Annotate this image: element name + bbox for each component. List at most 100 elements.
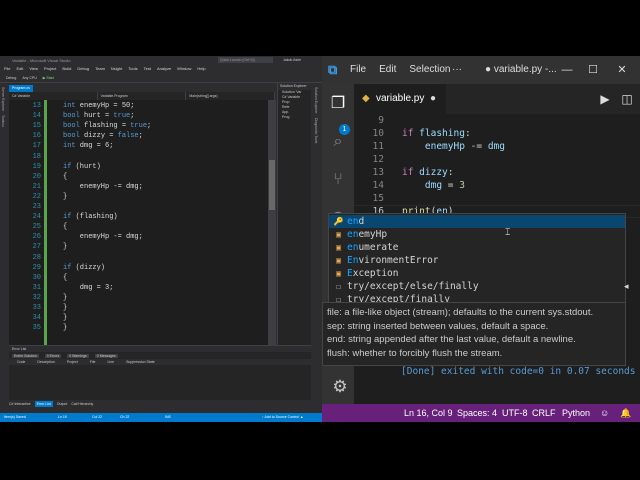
bottom-tab[interactable]: Error List — [34, 401, 53, 407]
error-list-panel: Error List Entire Solution 0 Errors 0 Wa… — [9, 345, 311, 400]
maximize-button[interactable]: ☐ — [581, 56, 605, 84]
vs-user-name[interactable]: Jakob Ashe — [283, 58, 301, 62]
line-number: 23 — [32, 203, 41, 211]
run-icon[interactable]: ▶ — [594, 84, 616, 114]
error-column-header[interactable]: Suppression State — [126, 359, 155, 365]
notifications-bell-icon[interactable]: 🔔 — [620, 404, 631, 422]
tab-program-cs[interactable]: Program.cs — [9, 85, 33, 92]
status-encoding[interactable]: UTF-8 — [502, 404, 528, 422]
source-control-icon[interactable]: ⑂ — [326, 168, 350, 192]
vs-scroll-thumb[interactable] — [269, 160, 275, 210]
suggestion-item[interactable]: ▣ EnvironmentError — [329, 254, 625, 267]
vs-menu-window[interactable]: Window — [177, 65, 191, 73]
line-code: if (dizzy) — [63, 263, 106, 272]
messages-filter[interactable]: 0 Messages — [94, 353, 118, 358]
vs-toolbar: Debug Any CPU ▶ Start — [0, 73, 322, 83]
tab-variable-py[interactable]: ◆ variable.py ● — [354, 84, 446, 114]
error-column-header[interactable]: Line — [107, 359, 114, 365]
vs-menu-nsight[interactable]: Nsight — [111, 65, 122, 73]
code-token: dmg — [424, 180, 443, 191]
suggestion-item[interactable]: ▣ enemyHp — [329, 228, 625, 241]
error-column-header[interactable]: Description — [37, 359, 55, 365]
more-menu-button[interactable]: ··· — [452, 56, 462, 84]
code-line: 31 dmg = 3; — [9, 283, 275, 293]
vs-menu-file[interactable]: File — [4, 65, 10, 73]
feedback-smiley-icon[interactable]: ☺ — [600, 404, 609, 422]
add-to-source-control-button[interactable]: ↑ Add to Source Control ▲ — [262, 413, 303, 422]
line-number: 9 — [378, 115, 384, 126]
code-line: 15 — [354, 192, 640, 205]
config-dropdown[interactable]: Debug — [6, 76, 16, 80]
split-editor-icon[interactable]: ◫ — [616, 84, 638, 114]
line-number: 13 — [32, 102, 41, 110]
suggestion-match: en — [347, 241, 359, 253]
scope-dropdown[interactable]: Entire Solution — [12, 353, 39, 358]
vs-menu-edit[interactable]: Edit — [16, 65, 23, 73]
vs-bottom-tabs: C# Interactive Error List Output Call Hiera… — [9, 401, 93, 407]
code-line: 24 if (flashing) — [9, 212, 275, 222]
member-dropdown[interactable]: Main(string[] args) — [186, 92, 276, 100]
menu-file[interactable]: File — [350, 56, 366, 84]
vs-menu-test[interactable]: Test — [144, 65, 151, 73]
solution-explorer-tab[interactable]: Solution Explorer — [314, 87, 318, 114]
doc-line: file: a file-like object (stream); defau… — [327, 307, 594, 318]
keyword-icon: 🔑 — [333, 216, 344, 226]
quick-launch-input[interactable]: Quick Launch (Ctrl+Q) — [218, 57, 273, 63]
toolbox-tab[interactable]: Toolbox — [1, 115, 5, 127]
suggestion-item[interactable]: ▣ enumerate — [329, 241, 625, 254]
explorer-icon[interactable]: ❐ — [326, 92, 350, 116]
suggestion-item[interactable]: ▣ Exception — [329, 267, 625, 280]
line-number: 17 — [32, 142, 41, 151]
unsaved-dot-icon[interactable]: ● — [430, 84, 436, 114]
status-indentation[interactable]: Spaces: 4 — [457, 404, 497, 422]
project-dropdown[interactable]: C# Variable — [9, 92, 98, 100]
code-line: 18 — [9, 152, 275, 162]
code-line: 14 dmg = 3 — [354, 179, 640, 192]
errors-filter[interactable]: 0 Errors — [44, 353, 62, 358]
doc-line: end: string appended after the last valu… — [327, 334, 576, 345]
line-number: 24 — [32, 213, 41, 222]
status-eol[interactable]: CRLF — [532, 404, 556, 422]
vs-menu-tools[interactable]: Tools — [128, 65, 137, 73]
code-line: 16 bool dizzy = false; — [9, 131, 275, 141]
collapse-chevron-icon[interactable]: ◂ — [624, 281, 629, 292]
bottom-tab[interactable]: Output — [57, 401, 68, 407]
vs-menu-analyze[interactable]: Analyze — [157, 65, 171, 73]
platform-dropdown[interactable]: Any CPU — [22, 76, 36, 80]
warnings-filter[interactable]: 0 Warnings — [67, 353, 89, 358]
vs-right-tool-tabs: Solution Explorer Diagnostic Tools — [311, 83, 322, 383]
search-icon[interactable]: ⌕ — [326, 130, 350, 154]
error-list-filters: Entire Solution 0 Errors 0 Warnings 0 Me… — [9, 352, 311, 359]
close-button[interactable]: ✕ — [610, 56, 634, 84]
menu-edit[interactable]: Edit — [379, 56, 396, 84]
error-column-header[interactable]: File — [90, 359, 96, 365]
status-language[interactable]: Python — [562, 404, 590, 422]
server-explorer-tab[interactable]: Server Explorer — [1, 87, 5, 111]
line-code: if dizzy: — [402, 166, 454, 179]
error-column-header[interactable]: Project — [67, 359, 78, 365]
line-number: 34 — [32, 314, 41, 323]
bottom-tab[interactable]: Call Hierarchy — [71, 401, 93, 407]
error-column-header[interactable]: Code — [17, 359, 25, 365]
suggestion-rest: vironmentError — [358, 254, 439, 266]
type-dropdown[interactable]: Variable.Program — [98, 92, 187, 100]
vs-menu-debug[interactable]: Debug — [77, 65, 89, 73]
minimize-button[interactable]: — — [555, 56, 579, 84]
bottom-tab[interactable]: C# Interactive — [9, 401, 31, 407]
vs-menu-project[interactable]: Project — [44, 65, 56, 73]
vs-document-tabs: Program.cs — [9, 85, 33, 92]
suggestion-item[interactable]: ☐ try/except/else/finally — [329, 280, 625, 293]
suggestion-item[interactable]: 🔑 end — [329, 214, 625, 228]
menu-selection[interactable]: Selection — [409, 56, 450, 84]
diagnostic-tools-tab[interactable]: Diagnostic Tools — [314, 118, 318, 143]
line-number: 27 — [32, 243, 41, 252]
vs-menu-team[interactable]: Team — [95, 65, 105, 73]
line-code: if (flashing) — [63, 213, 118, 222]
status-cursor-position[interactable]: Ln 16, Col 9 — [404, 404, 453, 422]
settings-gear-icon[interactable]: ⚙ — [330, 377, 350, 397]
vs-menu-help[interactable]: Help — [197, 65, 205, 73]
vs-menu-build[interactable]: Build — [62, 65, 71, 73]
start-button[interactable]: ▶ Start — [43, 76, 54, 80]
vs-menu-view[interactable]: View — [29, 65, 38, 73]
line-code: } — [63, 293, 68, 302]
